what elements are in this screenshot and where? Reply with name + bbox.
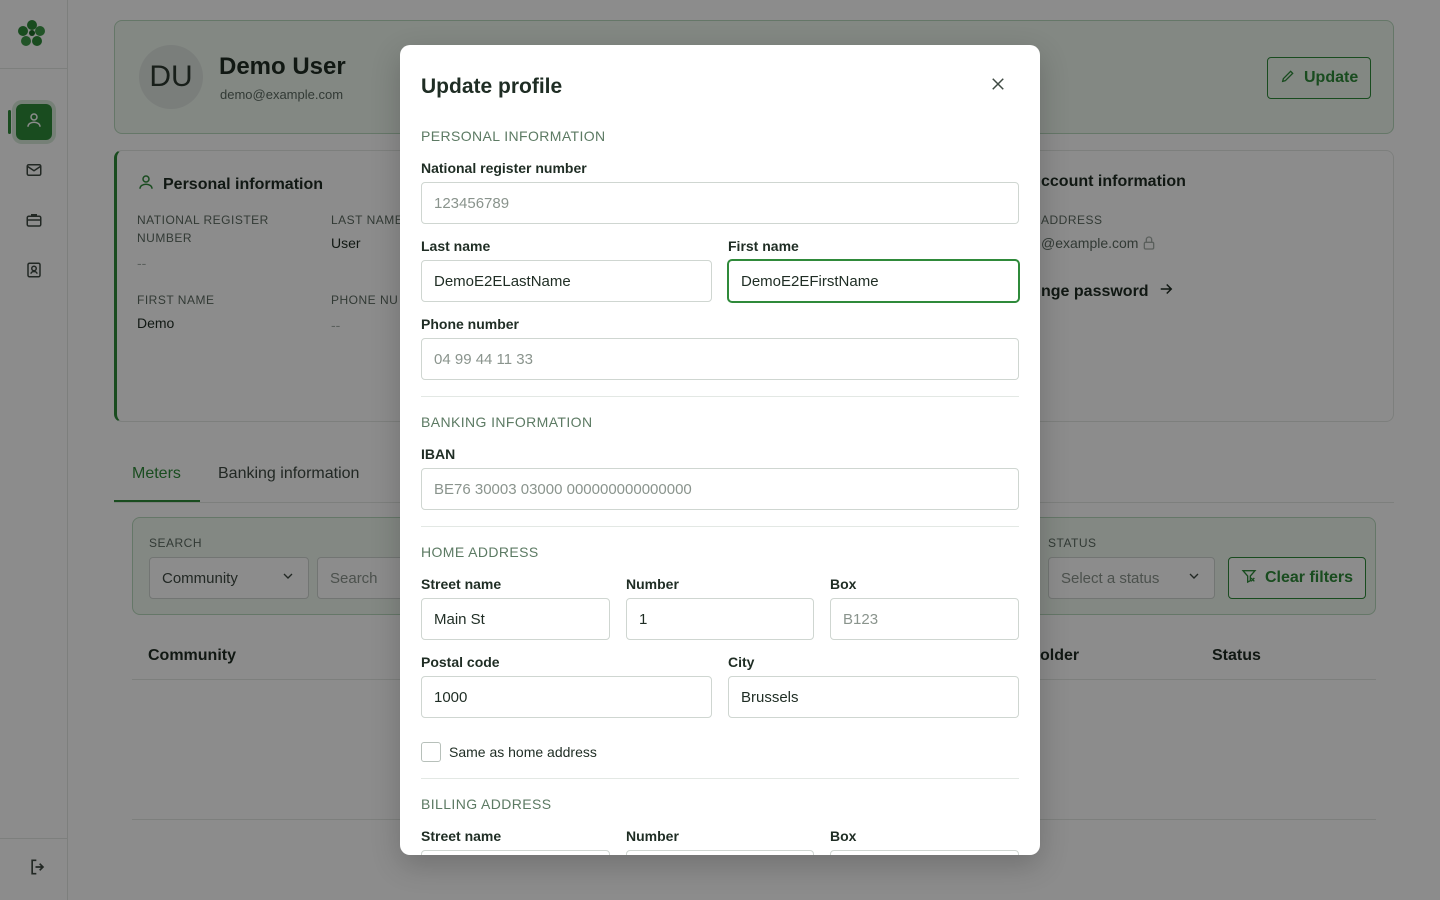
billing-number-label: Number — [626, 828, 679, 844]
modal-title: Update profile — [421, 75, 563, 98]
national-register-input[interactable]: 123456789 — [421, 182, 1019, 224]
number-input[interactable]: 1 — [626, 598, 814, 640]
postal-code-input[interactable]: 1000 — [421, 676, 712, 718]
billing-address-section-title: BILLING ADDRESS — [421, 796, 552, 812]
same-as-home-checkbox[interactable] — [421, 742, 441, 762]
section-divider — [421, 778, 1019, 779]
first-name-input[interactable]: DemoE2EFirstName — [728, 260, 1019, 302]
number-label: Number — [626, 576, 679, 592]
billing-number-input[interactable] — [626, 850, 814, 855]
city-input[interactable]: Brussels — [728, 676, 1019, 718]
section-divider — [421, 526, 1019, 527]
box-input[interactable]: B123 — [830, 598, 1019, 640]
last-name-label: Last name — [421, 238, 491, 254]
billing-street-label: Street name — [421, 828, 502, 844]
postal-code-label: Postal code — [421, 654, 500, 670]
street-input[interactable]: Main St — [421, 598, 610, 640]
box-label: Box — [830, 576, 857, 592]
update-profile-modal: Update profile PERSONAL INFORMATION Nati… — [400, 45, 1040, 855]
section-divider — [421, 396, 1019, 397]
same-as-home-label[interactable]: Same as home address — [449, 744, 597, 760]
personal-section-title: PERSONAL INFORMATION — [421, 128, 606, 144]
home-address-section-title: HOME ADDRESS — [421, 544, 539, 560]
last-name-input[interactable]: DemoE2ELastName — [421, 260, 712, 302]
phone-input[interactable]: 04 99 44 11 33 — [421, 338, 1019, 380]
banking-section-title: BANKING INFORMATION — [421, 414, 593, 430]
phone-label: Phone number — [421, 316, 520, 332]
street-label: Street name — [421, 576, 502, 592]
billing-box-label: Box — [830, 828, 857, 844]
city-label: City — [728, 654, 755, 670]
close-button[interactable] — [986, 74, 1010, 98]
national-register-label: National register number — [421, 160, 587, 176]
close-icon — [989, 75, 1007, 98]
billing-box-input[interactable] — [830, 850, 1019, 855]
first-name-label: First name — [728, 238, 799, 254]
iban-label: IBAN — [421, 446, 456, 462]
iban-input[interactable]: BE76 30003 03000 000000000000000 — [421, 468, 1019, 510]
billing-street-input[interactable] — [421, 850, 610, 855]
